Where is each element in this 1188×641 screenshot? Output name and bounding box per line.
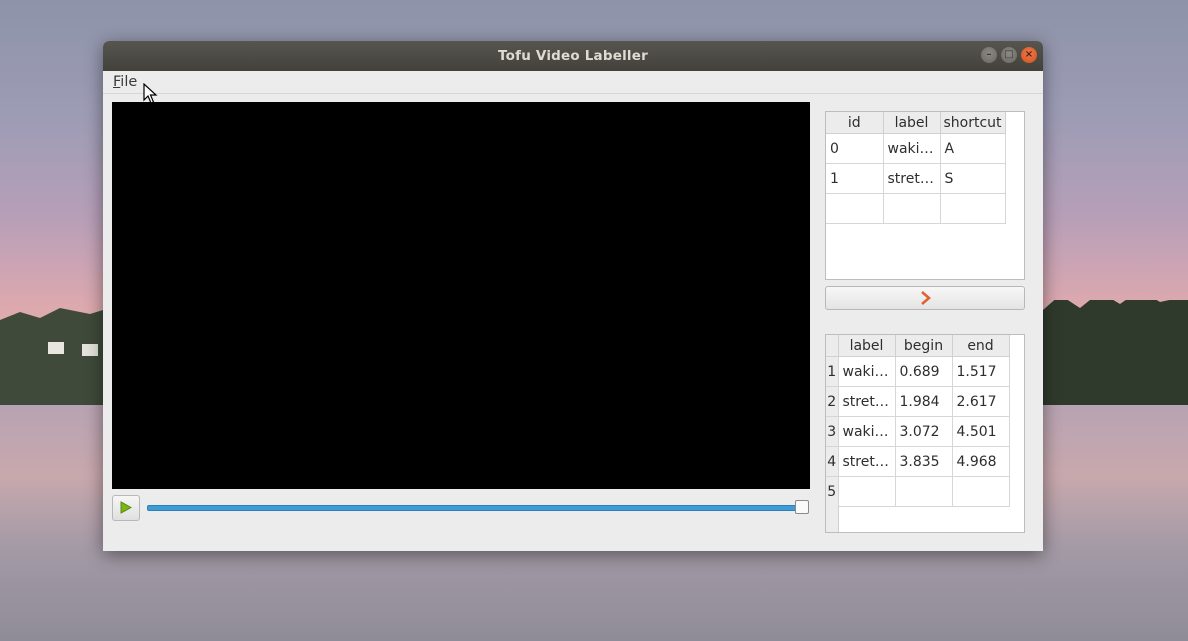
labels-table-header: id label shortcut (826, 112, 1006, 134)
play-button[interactable] (112, 495, 140, 521)
title-bar[interactable]: Tofu Video Labeller – □ × (103, 41, 1043, 71)
window-controls: – □ × (981, 47, 1037, 63)
menu-file-label: ile (120, 74, 138, 90)
cell-begin[interactable] (895, 476, 953, 507)
table-row[interactable]: 1 stret… S (826, 163, 1006, 194)
row-header-filler (826, 506, 839, 532)
cell-label[interactable]: stret… (838, 386, 896, 417)
row-header[interactable]: 3 (826, 416, 839, 447)
cell-id[interactable]: 0 (826, 133, 884, 164)
table-row[interactable]: 0 waki… A (826, 133, 1006, 164)
app-window: Tofu Video Labeller – □ × File id label … (103, 41, 1043, 551)
cell-shortcut[interactable]: S (940, 163, 1006, 194)
video-display[interactable] (112, 102, 810, 489)
mouse-cursor-icon (143, 83, 158, 104)
cell-begin[interactable]: 3.835 (895, 446, 953, 477)
column-header-end[interactable]: end (952, 335, 1010, 357)
table-row[interactable]: 4 stret… 3.835 4.968 (826, 446, 1010, 477)
cell-end[interactable] (952, 476, 1010, 507)
cell-end[interactable]: 1.517 (952, 356, 1010, 387)
seek-slider-track[interactable] (147, 505, 805, 511)
cell-shortcut[interactable] (940, 193, 1006, 224)
column-header-shortcut[interactable]: shortcut (940, 112, 1006, 134)
row-header[interactable]: 4 (826, 446, 839, 477)
cell-begin[interactable]: 0.689 (895, 356, 953, 387)
row-header[interactable]: 5 (826, 476, 839, 507)
cell-begin[interactable]: 3.072 (895, 416, 953, 447)
column-header-label[interactable]: label (883, 112, 941, 134)
cell-label[interactable] (883, 193, 941, 224)
row-header[interactable]: 1 (826, 356, 839, 387)
cell-end[interactable]: 2.617 (952, 386, 1010, 417)
add-segment-button[interactable] (825, 286, 1025, 310)
segments-table-header: label begin end (826, 335, 1010, 357)
labels-table: id label shortcut 0 waki… A 1 stret… S (825, 111, 1025, 280)
table-row[interactable]: 3 waki… 3.072 4.501 (826, 416, 1010, 447)
close-icon[interactable]: × (1021, 47, 1037, 63)
menu-file[interactable]: File (113, 74, 137, 90)
cell-shortcut[interactable]: A (940, 133, 1006, 164)
window-title: Tofu Video Labeller (498, 48, 648, 64)
cell-label[interactable]: waki… (838, 416, 896, 447)
row-header[interactable]: 2 (826, 386, 839, 417)
table-row[interactable]: 1 waki… 0.689 1.517 (826, 356, 1010, 387)
cell-begin[interactable]: 1.984 (895, 386, 953, 417)
cell-label[interactable] (838, 476, 896, 507)
cell-id[interactable]: 1 (826, 163, 884, 194)
cell-end[interactable]: 4.968 (952, 446, 1010, 477)
cell-label[interactable]: stret… (883, 163, 941, 194)
cell-label[interactable]: waki… (838, 356, 896, 387)
cell-id[interactable] (826, 193, 884, 224)
column-header-label[interactable]: label (838, 335, 896, 357)
play-icon (120, 501, 132, 514)
minimize-icon[interactable]: – (981, 47, 997, 63)
cell-label[interactable]: waki… (883, 133, 941, 164)
maximize-icon[interactable]: □ (1001, 47, 1017, 63)
column-header-id[interactable]: id (826, 112, 884, 134)
cell-end[interactable]: 4.501 (952, 416, 1010, 447)
column-header-begin[interactable]: begin (895, 335, 953, 357)
seek-slider-handle[interactable] (795, 500, 809, 514)
cell-label[interactable]: stret… (838, 446, 896, 477)
chevron-right-icon (921, 291, 931, 305)
segments-table: label begin end 1 waki… 0.689 1.517 2 st… (825, 334, 1025, 533)
table-corner[interactable] (826, 335, 839, 357)
menu-bar (103, 71, 1043, 94)
table-row[interactable] (826, 193, 1006, 224)
table-row[interactable]: 5 (826, 476, 1010, 507)
table-row[interactable]: 2 stret… 1.984 2.617 (826, 386, 1010, 417)
